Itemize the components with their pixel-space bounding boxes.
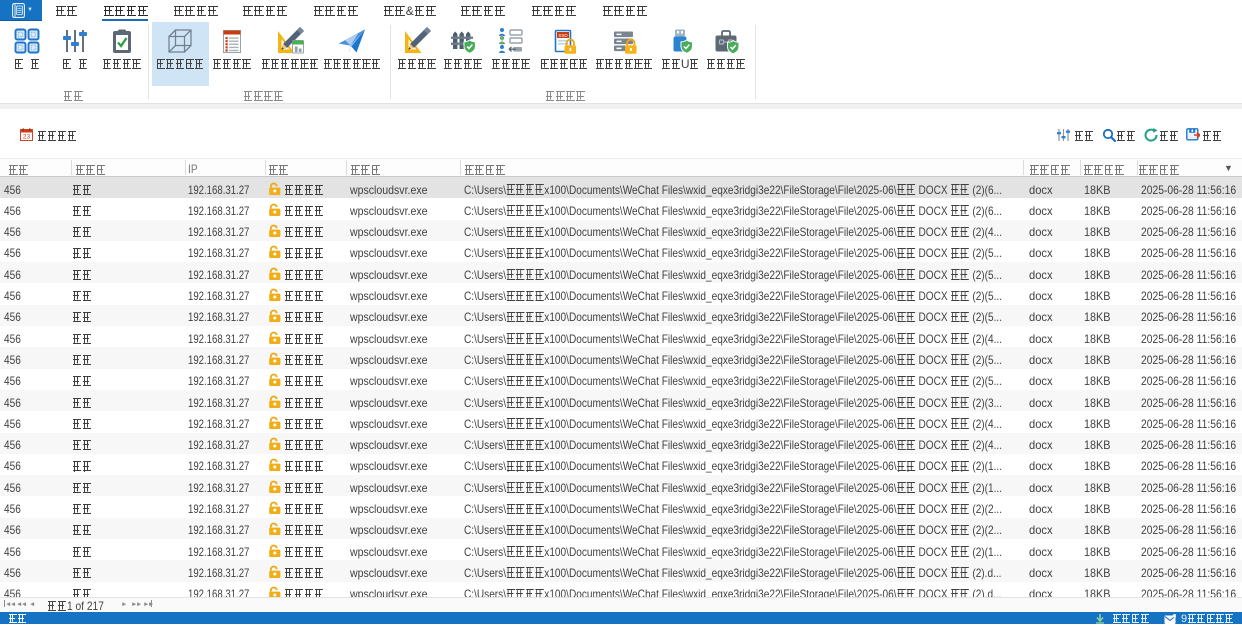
svg-text:SSD: SSD bbox=[558, 33, 568, 38]
svg-text:23: 23 bbox=[23, 134, 31, 141]
